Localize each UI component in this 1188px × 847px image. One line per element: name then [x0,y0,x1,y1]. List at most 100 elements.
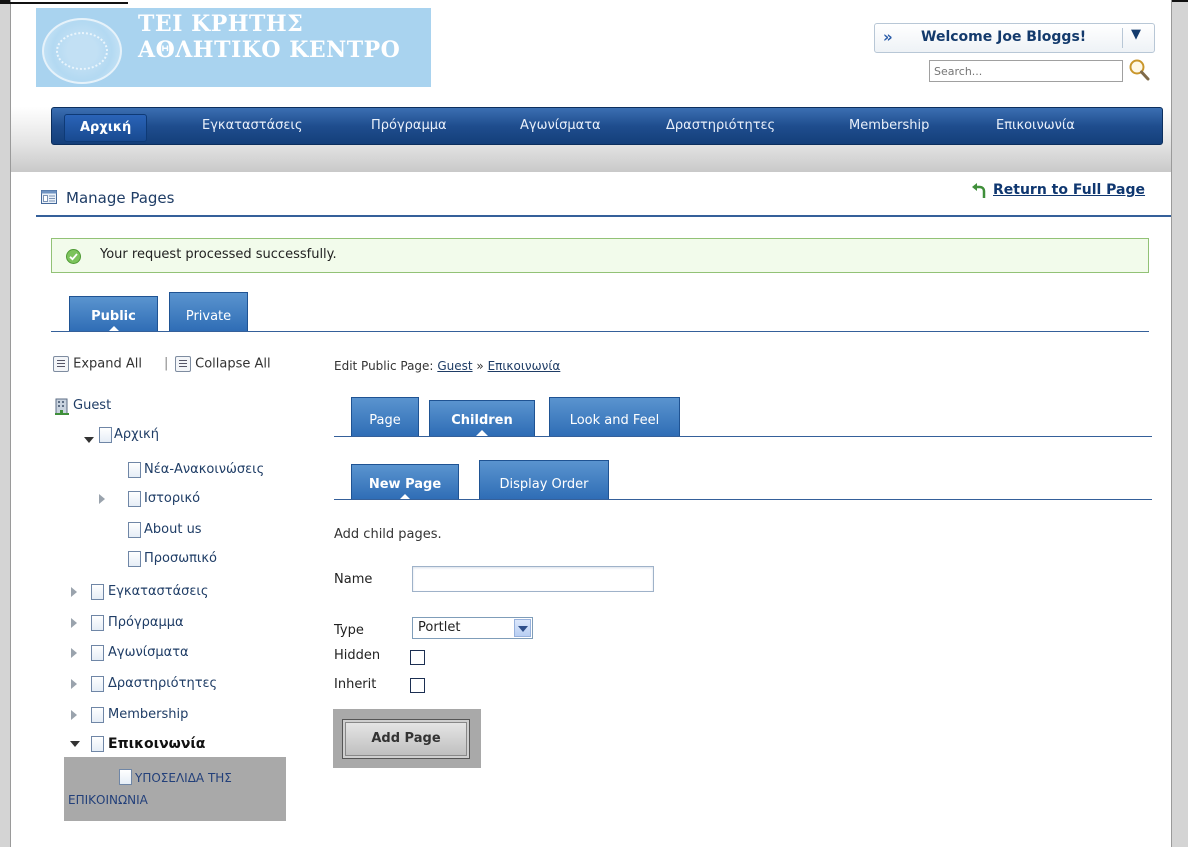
tab-page[interactable]: Page [351,397,419,437]
add-page-button[interactable]: Add Page [342,719,470,759]
edit-tabs-divider [334,436,1152,437]
nav-item-schedule[interactable]: Πρόγραμμα [371,108,447,144]
search-input[interactable] [929,60,1123,82]
tab-display-order-label: Display Order [499,477,589,492]
collapse-arrow-icon[interactable] [84,437,94,443]
page-icon [119,769,132,785]
tab-private[interactable]: Private [169,292,248,332]
site-logo[interactable]: ΤΕΙ ΚΡΗΤΗΣ ΑΘΛΗΤΙΚΟ ΚΕΝΤΡΟ [36,8,431,87]
nav-item-facilities[interactable]: Εγκαταστάσεις [202,108,302,144]
double-chevron-icon: » [883,28,893,46]
expand-all-control[interactable]: Expand All [53,356,142,372]
nav-item-contact[interactable]: Επικοινωνία [996,108,1075,144]
tab-look-and-feel[interactable]: Look and Feel [549,397,680,437]
expand-all-label: Expand All [73,356,143,372]
expand-arrow-icon[interactable] [71,618,77,628]
tree-toolbar-separator: | [164,356,169,371]
inherit-checkbox[interactable] [410,678,425,693]
success-text: Your request processed successfully. [100,247,337,262]
user-menu-divider [1122,28,1123,48]
collapse-all-icon [175,356,191,372]
expand-arrow-icon[interactable] [71,710,77,720]
collapse-arrow-icon[interactable] [70,741,80,747]
page-icon [91,615,104,631]
edit-page-breadcrumb: Edit Public Page: Guest » Επικοινωνία [334,359,560,373]
check-circle-icon [66,249,81,264]
page-icon [91,736,104,752]
tree-node-news[interactable]: Νέα-Ανακοινώσεις [144,462,264,477]
nav-item-events[interactable]: Αγωνίσματα [520,108,601,144]
page-title: Manage Pages [66,189,175,207]
page-icon [91,707,104,723]
new-subpage-highlight[interactable]: ΥΠΟΣΕΛΙΔΑ ΤΗΣ ΕΠΙΚΟΙΝΩΝΙΑ [64,757,286,821]
breadcrumb-guest-link[interactable]: Guest [437,359,472,373]
page-icon [128,462,141,478]
tree-node-staff[interactable]: Προσωπικό [144,551,217,566]
tree-node-membership[interactable]: Membership [108,707,188,722]
tree-node-subpage-line2: ΕΠΙΚΟΙΝΩΝΙΑ [68,793,148,807]
tree-node-schedule[interactable]: Πρόγραμμα [108,615,184,630]
breadcrumb-page-link[interactable]: Επικοινωνία [488,359,561,373]
main-navigation: Αρχική Εγκαταστάσεις Πρόγραμμα Αγωνίσματ… [51,107,1163,145]
page-icon [91,645,104,661]
tab-page-label: Page [369,413,401,428]
page-icon [99,427,112,443]
page-icon [91,676,104,692]
name-field[interactable] [412,566,654,592]
tree-node-facilities[interactable]: Εγκαταστάσεις [108,584,208,599]
edit-page-prefix: Edit Public Page: [334,359,434,373]
logo-title-line2: ΑΘΛΗΤΙΚΟ ΚΕΝΤΡΟ [138,37,401,63]
expand-arrow-icon[interactable] [71,648,77,658]
inherit-label: Inherit [334,677,377,692]
tab-new-page[interactable]: New Page [351,464,459,501]
type-label: Type [334,623,364,638]
user-menu[interactable]: » Welcome Joe Bloggs! ▼ [874,23,1155,53]
portal-page: ΤΕΙ ΚΡΗΤΗΣ ΑΘΛΗΤΙΚΟ ΚΕΝΤΡΟ » Welcome Joe… [10,0,1172,847]
logo-title-line1: ΤΕΙ ΚΡΗΤΗΣ [138,11,304,37]
tree-node-about-us[interactable]: About us [144,522,202,537]
seal-logo-icon [42,18,122,84]
nav-item-membership[interactable]: Membership [849,108,929,144]
building-icon [55,398,69,415]
page-icon [91,584,104,600]
collapse-all-label: Collapse All [195,356,271,372]
tree-node-history[interactable]: Ιστορικό [144,491,200,506]
welcome-text: Welcome Joe Bloggs! [921,29,1087,45]
collapse-all-control[interactable]: Collapse All [175,356,271,372]
page-icon [128,551,141,567]
title-divider [36,215,1171,217]
tab-public-label: Public [91,309,136,324]
tab-public[interactable]: Public [69,296,158,333]
tree-node-subpage-line1: ΥΠΟΣΕΛΙΔΑ ΤΗΣ [135,771,232,785]
manage-pages-icon [41,190,57,204]
select-dropdown-icon[interactable] [514,619,531,637]
name-label: Name [334,572,373,587]
dropdown-arrow-icon[interactable]: ▼ [1131,27,1141,42]
breadcrumb-separator: » [476,359,484,373]
window-top-border-accent [0,2,128,4]
tree-node-contact-selected[interactable]: Επικοινωνία [108,736,205,752]
type-select[interactable]: Portlet [412,617,533,639]
tab-children[interactable]: Children [429,400,535,437]
expand-arrow-icon[interactable] [71,679,77,689]
success-message: Your request processed successfully. [51,238,1149,273]
tab-private-label: Private [185,309,232,324]
expand-arrow-icon[interactable] [71,587,77,597]
subtabs-divider [334,499,1152,500]
tab-children-label: Children [451,413,513,428]
expand-all-icon [53,356,69,372]
tree-node-activities[interactable]: Δραστηριότητες [108,676,217,691]
hidden-checkbox[interactable] [410,650,425,665]
return-arrow-icon[interactable] [971,183,987,199]
nav-item-activities[interactable]: Δραστηριότητες [666,108,775,144]
type-select-value: Portlet [418,620,461,635]
tab-look-and-feel-label: Look and Feel [569,413,660,428]
tree-node-events[interactable]: Αγωνίσματα [108,645,189,660]
expand-arrow-icon[interactable] [99,494,105,504]
tab-display-order[interactable]: Display Order [479,460,609,500]
nav-item-home[interactable]: Αρχική [64,114,148,142]
search-icon[interactable] [1128,58,1150,82]
return-to-full-page-link[interactable]: Return to Full Page [993,182,1145,198]
tree-root-guest[interactable]: Guest [73,398,111,413]
tree-node-home[interactable]: Αρχική [114,427,159,442]
